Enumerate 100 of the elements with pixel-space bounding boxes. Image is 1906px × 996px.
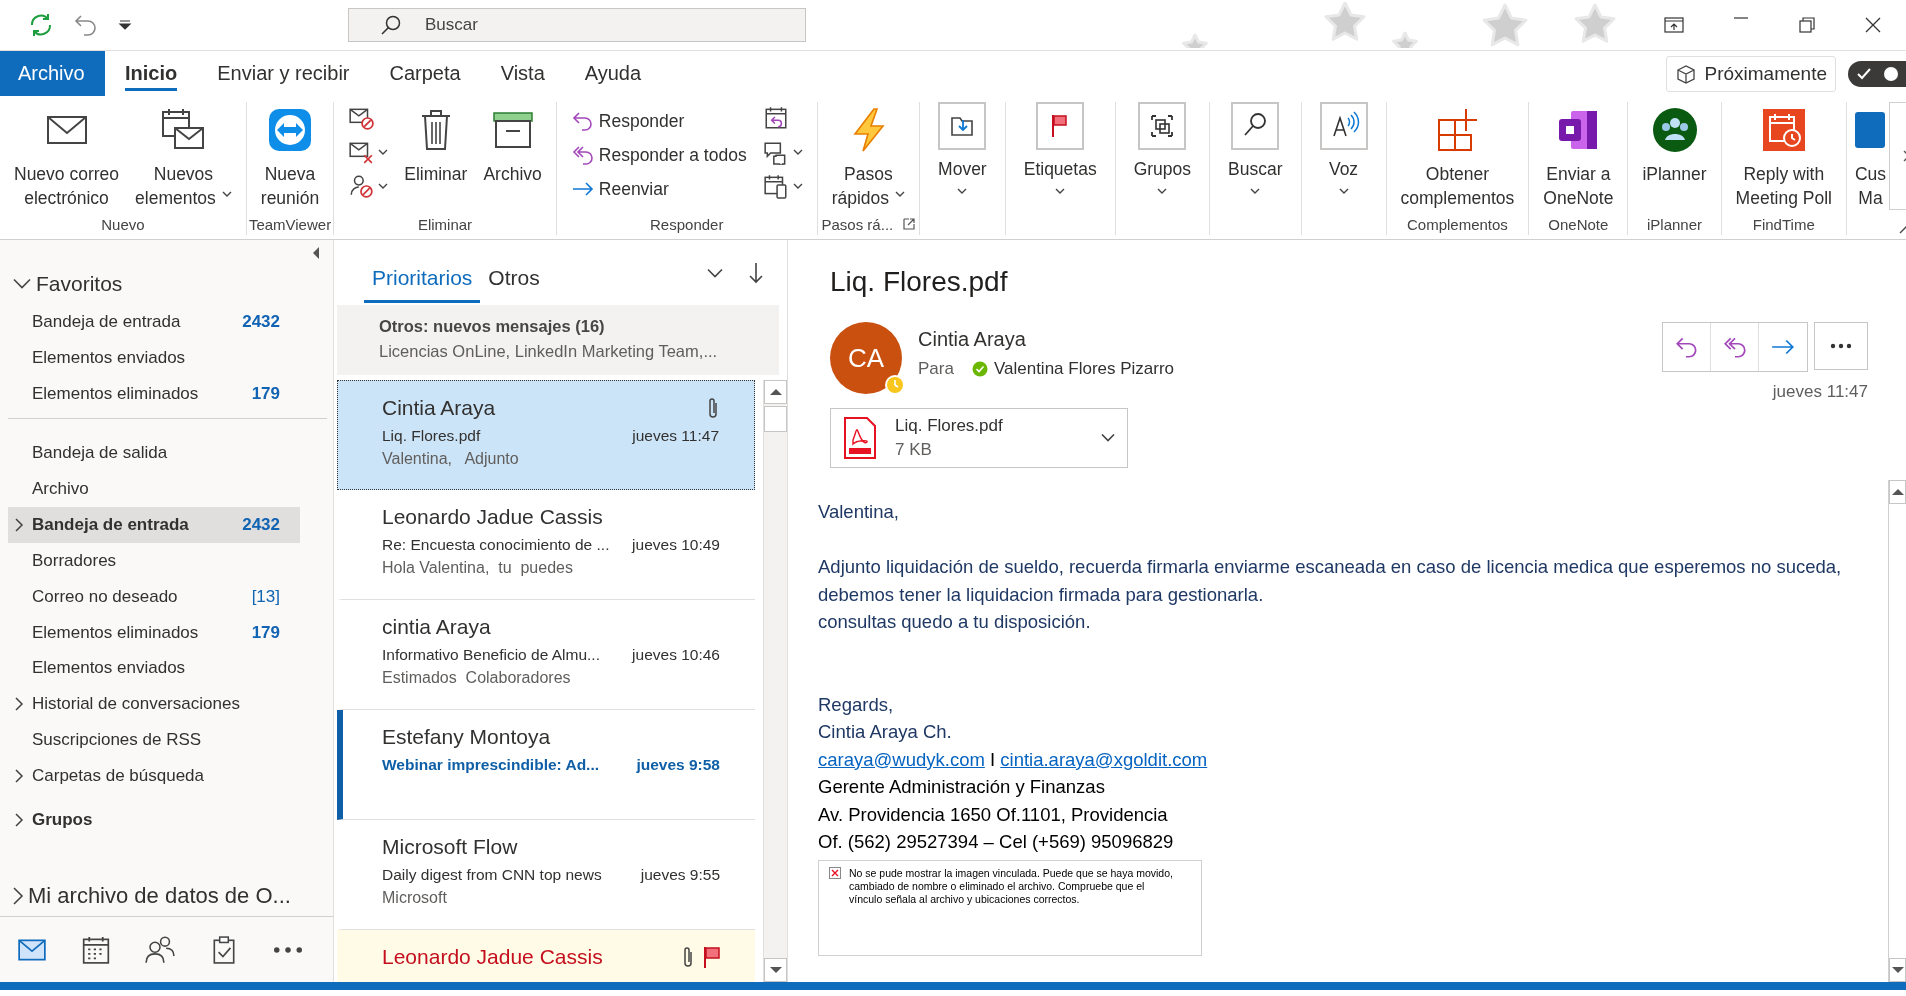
ribbon-tab[interactable]: Archivo [0, 51, 105, 96]
ribbon-button[interactable]: Obtener complementos [1392, 102, 1523, 210]
groups-header[interactable]: Grupos [8, 802, 300, 839]
data-file-header[interactable]: Mi archivo de datos de O... [0, 876, 333, 917]
message-item[interactable]: Leonardo Jadue Cassis [337, 930, 755, 982]
group-label: FindTime [1752, 215, 1815, 233]
folder-item[interactable]: Elementos eliminados 179 [8, 614, 300, 651]
folder-item[interactable]: Suscripciones de RSS [8, 722, 300, 759]
scrollbar[interactable] [763, 380, 787, 982]
message-item[interactable]: cintia Araya Informativo Beneficio de Almu... jueves 10:46 Estimados Colaboradores [337, 600, 755, 710]
ribbon-button[interactable]: Buscar [1216, 102, 1295, 194]
chevron-down-icon[interactable] [707, 267, 723, 278]
email-link[interactable]: caraya@wudyk.com [818, 748, 985, 770]
caret-icon [378, 183, 389, 189]
ribbon-tab[interactable]: Vista [480, 51, 565, 96]
ribbon-button[interactable]: Enviar a OneNote [1535, 102, 1622, 210]
ribbon-icon-button[interactable] [762, 172, 803, 200]
undo-icon[interactable] [73, 12, 99, 38]
check-icon [1856, 66, 1872, 81]
read-aloud-icon [1319, 102, 1368, 150]
ribbon-button[interactable]: iPlanner [1634, 102, 1715, 186]
sender-name: Leonardo Jadue Cassis [382, 945, 603, 969]
ribbon-button[interactable]: Reenviar [570, 174, 747, 204]
sender-name: Estefany Montoya [382, 725, 551, 749]
message-time: jueves 10:49 [632, 536, 720, 554]
folder-item[interactable]: Elementos enviados [8, 650, 300, 687]
caret-icon [378, 149, 389, 155]
ribbon-tab[interactable]: Ayuda [564, 51, 662, 96]
customize-caret-icon[interactable] [117, 19, 133, 31]
message-preview: Hola Valentina, tu puedes [382, 559, 574, 577]
ribbon-tab[interactable]: Inicio [105, 51, 198, 96]
chevron-right-icon[interactable] [14, 517, 24, 532]
folder-item[interactable]: Elementos enviados [8, 339, 300, 376]
chevron-down-icon[interactable] [1101, 434, 1115, 442]
folder-item[interactable]: Borradores [8, 542, 300, 579]
other-messages-banner[interactable]: Otros: nuevos mensajes (16) Licencias OnLine, LinkedIn Marketing Team,... [337, 305, 779, 375]
ribbon-button[interactable]: Responder a todos [570, 140, 747, 170]
attachment-card[interactable]: Liq. Flores.pdf 7 KB [830, 408, 1128, 468]
sender-name: Cintia Araya [382, 396, 496, 420]
ribbon-tab[interactable]: Carpeta [369, 51, 481, 96]
ribbon-button[interactable]: Eliminar [396, 102, 476, 186]
ribbon-button[interactable]: Nueva reunión [252, 102, 328, 210]
folder-item[interactable]: Elementos eliminados 179 [8, 375, 300, 412]
folder-item[interactable]: Bandeja de entrada 2432 [8, 506, 300, 543]
ribbon-button[interactable]: Voz [1307, 102, 1380, 194]
chevron-right-icon[interactable] [14, 697, 24, 712]
signature-text: Of. (562) 29527394 – Cel (+569) 95096829 [818, 830, 1175, 854]
message-preview: Estimados Colaboradores [382, 669, 572, 687]
body-text: Regards, [818, 692, 895, 717]
coming-soon-button[interactable]: Próximamente [1665, 55, 1836, 92]
toggle-switch[interactable] [1848, 60, 1906, 87]
scrollbar[interactable] [1888, 480, 1906, 982]
caret-icon [792, 149, 803, 155]
pdf-file-icon [843, 416, 877, 460]
item-count: 2432 [242, 311, 280, 332]
ribbon-display-icon[interactable] [1664, 17, 1684, 33]
search-icon [380, 14, 402, 36]
close-icon[interactable] [1864, 17, 1882, 33]
folder-item[interactable]: Historial de conversaciones [8, 686, 300, 723]
favorites-header[interactable]: Favoritos [0, 264, 333, 304]
folder-item[interactable]: Bandeja de salida [8, 434, 300, 471]
group-label: OneNote [1548, 215, 1609, 233]
ribbon-button[interactable]: Archivo [475, 102, 550, 186]
folder-item[interactable]: Correo no deseado [13] [8, 578, 300, 615]
ribbon-button[interactable]: Mover [926, 102, 999, 194]
inbox-tab[interactable]: Otros [480, 250, 548, 303]
folder-item[interactable]: Carpetas de búsqueda [8, 758, 300, 795]
ribbon-button[interactable]: Cus Ma [1846, 102, 1889, 210]
message-preview: Valentina, Adjunto [382, 450, 520, 468]
calendar-phone-icon [762, 173, 789, 199]
ribbon-button[interactable]: Nuevos elementos [127, 102, 240, 210]
email-link[interactable]: cintia.araya@xgoldit.com [1000, 748, 1208, 770]
search-field[interactable]: Buscar [348, 8, 806, 42]
dialog-launcher-icon[interactable] [903, 218, 916, 230]
body-text: Valentina, [818, 500, 900, 524]
broken-image-icon [829, 866, 841, 879]
folder-item[interactable]: Archivo [8, 470, 300, 507]
message-item[interactable]: Leonardo Jadue Cassis Re: Encuesta conocimiento de ... jueves 10:49 Hola Valentina, tu puedes [337, 490, 755, 600]
message-item[interactable]: Cintia Araya Liq. Flores.pdf jueves 11:47 Valentina, Adjunto [337, 380, 755, 490]
group-label: TeamViewer [248, 215, 332, 233]
ribbon-tab[interactable]: Enviar y recibir [197, 51, 370, 96]
signature-text: Av. Providencia 1650 Of.1101, Providencia [818, 802, 1169, 827]
restore-icon[interactable] [1798, 17, 1816, 33]
ribbon-button[interactable]: Reply with Meeting Poll [1727, 102, 1840, 210]
item-count: 179 [251, 622, 280, 643]
ribbon-button[interactable]: Etiquetas [1011, 102, 1109, 194]
collapse-pane-icon[interactable] [311, 246, 321, 260]
folder-item[interactable]: Bandeja de entrada 2432 [8, 303, 300, 340]
banner-senders: Licencias OnLine, LinkedIn Marketing Team,... [379, 342, 719, 361]
chevron-down-icon [12, 277, 32, 290]
message-time: jueves 11:47 [632, 427, 719, 445]
sort-arrow-icon[interactable] [749, 261, 763, 284]
message-item[interactable]: Estefany Montoya Webinar imprescindible: Ad... jueves 9:58 [337, 710, 755, 820]
minimize-icon[interactable] [1732, 17, 1750, 19]
separator-text: I [990, 748, 996, 770]
ribbon-button[interactable]: Nuevo correo electrónico [6, 102, 128, 210]
ribbon-button[interactable]: Pasos rápidos [823, 102, 914, 210]
ribbon-button[interactable]: Responder [570, 106, 747, 136]
ribbon-button[interactable]: Grupos [1121, 102, 1204, 194]
chevron-right-icon[interactable] [14, 769, 24, 784]
